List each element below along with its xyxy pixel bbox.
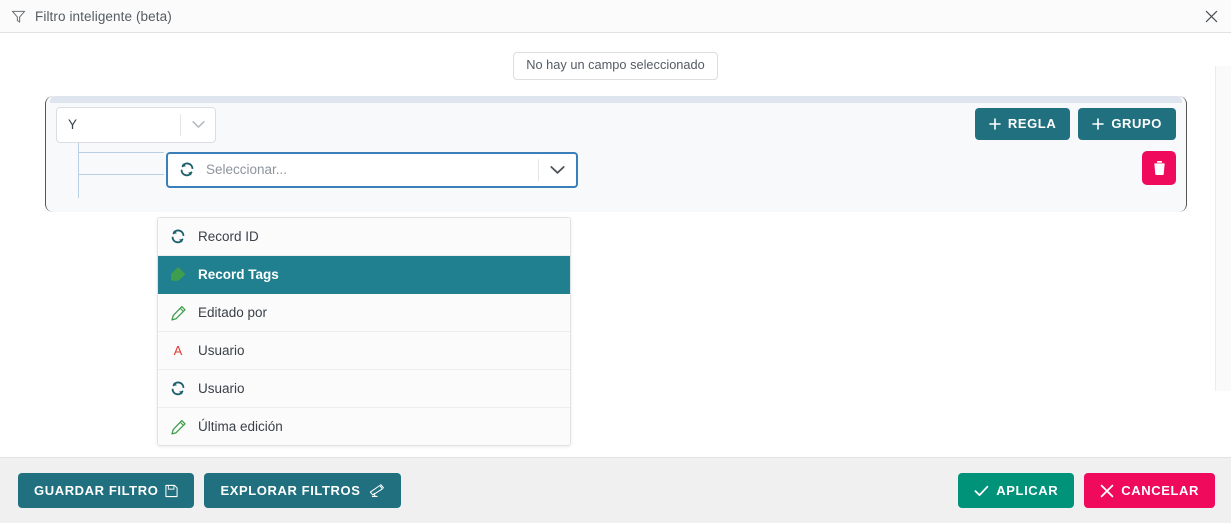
add-rule-button[interactable]: REGLA (974, 107, 1071, 140)
rule-group-actions: REGLA GRUPO (974, 107, 1176, 140)
dropdown-option-usuario-ref[interactable]: Usuario (158, 370, 570, 408)
explore-filters-button[interactable]: EXPLORAR FILTROS (204, 473, 401, 508)
rule-group-wrapper: Y REGLA GRUPO Seleccionar... (45, 95, 1187, 212)
dropdown-option-record-id[interactable]: Record ID (158, 218, 570, 256)
vertical-scrollbar[interactable] (1215, 66, 1231, 391)
dropdown-option-label: Record ID (198, 229, 259, 244)
dialog-body: No hay un campo seleccionado Y REGLA GRU… (0, 33, 1231, 457)
save-icon (165, 484, 179, 498)
dialog-footer: GUARDAR FILTRO EXPLORAR FILTROS APLICAR … (0, 457, 1231, 523)
rule-field-placeholder: Seleccionar... (206, 162, 288, 178)
selected-field-row: No hay un campo seleccionado (0, 33, 1231, 80)
tag-icon (158, 267, 198, 282)
selected-field-chip: No hay un campo seleccionado (513, 52, 718, 80)
dropdown-option-usuario-text[interactable]: A Usuario (158, 332, 570, 370)
rule-connector-horizontal (78, 173, 164, 175)
rule-connector-horizontal-top (78, 151, 164, 153)
footer-left-actions: GUARDAR FILTRO EXPLORAR FILTROS (18, 473, 401, 508)
rule-group-header: Y REGLA GRUPO (56, 106, 1176, 143)
dropdown-option-ultima-edicion[interactable]: Última edición (158, 408, 570, 445)
save-filter-button[interactable]: GUARDAR FILTRO (18, 473, 195, 508)
cancel-button[interactable]: CANCELAR (1084, 473, 1215, 508)
delete-rule-button[interactable] (1142, 150, 1176, 185)
logical-operator-value: Y (68, 117, 78, 133)
dropdown-option-label: Record Tags (198, 267, 279, 282)
save-filter-label: GUARDAR FILTRO (34, 483, 159, 498)
field-options-dropdown[interactable]: Record ID Record Tags Editado por A Usua… (157, 217, 571, 446)
dropdown-option-label: Editado por (198, 305, 268, 320)
dropdown-option-label: Usuario (198, 381, 245, 396)
chevron-down-icon[interactable] (181, 120, 215, 129)
telescope-icon (368, 483, 385, 498)
apply-label: APLICAR (996, 483, 1059, 498)
filter-funnel-icon (11, 9, 26, 24)
dropdown-option-label: Usuario (198, 343, 245, 358)
trash-icon (1152, 160, 1167, 176)
rule-group: Y REGLA GRUPO Seleccionar... (45, 95, 1187, 212)
chevron-down-icon[interactable] (539, 165, 576, 175)
sync-arrows-icon (158, 381, 198, 396)
plus-icon (1092, 117, 1105, 130)
smart-filter-dialog: Filtro inteligente (beta) No hay un camp… (0, 0, 1231, 523)
apply-button[interactable]: APLICAR (958, 473, 1075, 508)
add-rule-label: REGLA (1007, 116, 1057, 132)
pencil-icon (158, 419, 198, 435)
check-icon (974, 485, 989, 497)
add-group-button[interactable]: GRUPO (1078, 107, 1176, 140)
svg-text:A: A (174, 343, 183, 358)
dialog-title: Filtro inteligente (beta) (35, 8, 172, 24)
logical-operator-select[interactable]: Y (56, 106, 216, 143)
close-icon[interactable] (1191, 0, 1231, 32)
dropdown-option-record-tags[interactable]: Record Tags (158, 256, 570, 294)
sync-arrows-icon (168, 162, 206, 177)
pencil-icon (158, 305, 198, 321)
explore-filters-label: EXPLORAR FILTROS (220, 483, 361, 498)
dialog-titlebar: Filtro inteligente (beta) (0, 0, 1231, 33)
add-group-label: GRUPO (1111, 116, 1162, 132)
dropdown-option-label: Última edición (198, 419, 283, 434)
rule-row: Seleccionar... (56, 142, 1176, 198)
close-x-icon (1100, 484, 1114, 498)
cancel-label: CANCELAR (1121, 483, 1199, 498)
rule-field-select[interactable]: Seleccionar... (166, 151, 578, 188)
dropdown-option-editado-por[interactable]: Editado por (158, 294, 570, 332)
letter-a-icon: A (158, 343, 198, 358)
sync-arrows-icon (158, 229, 198, 244)
plus-icon (989, 117, 1001, 130)
footer-right-actions: APLICAR CANCELAR (958, 473, 1215, 508)
